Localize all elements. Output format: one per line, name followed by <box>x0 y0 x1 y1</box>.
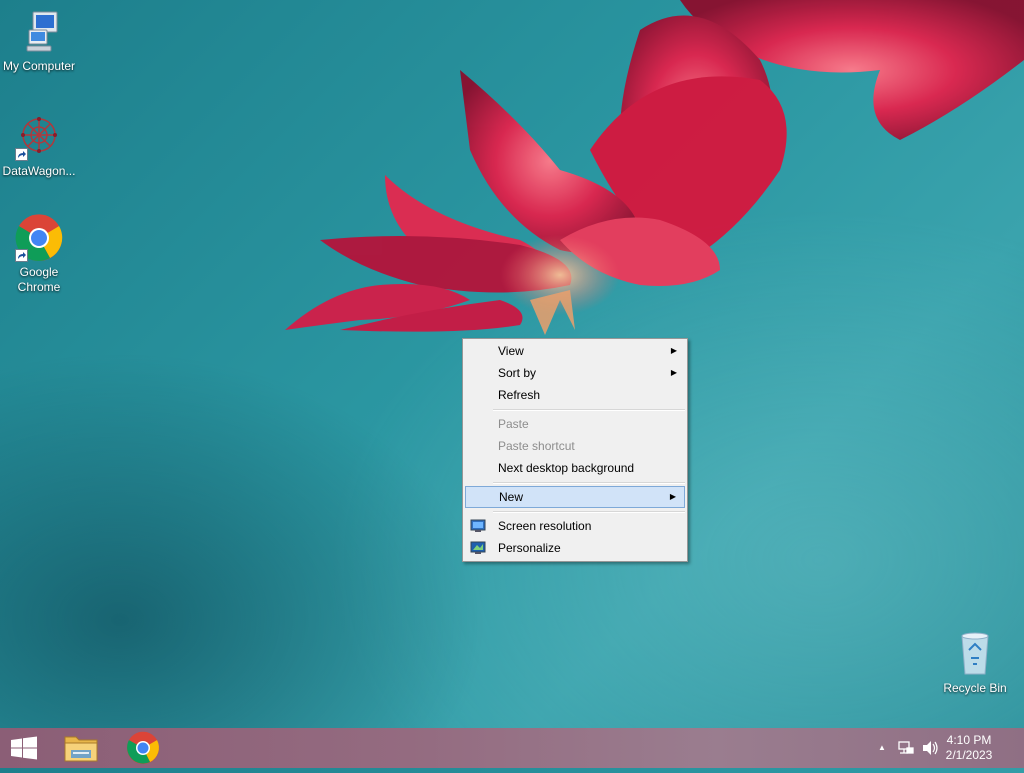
desktop-icon-label: Google Chrome <box>17 265 61 294</box>
shortcut-arrow-icon <box>15 148 28 161</box>
desktop-icon-datawagon[interactable]: DataWagon... <box>0 113 78 179</box>
chrome-icon <box>15 214 63 262</box>
menu-separator <box>493 511 685 513</box>
personalize-icon <box>470 540 486 554</box>
show-hidden-icons-button[interactable]: ▲ <box>876 728 888 768</box>
file-explorer-icon <box>64 736 98 762</box>
shortcut-arrow-icon <box>15 249 28 262</box>
menu-item-label: Personalize <box>498 541 561 555</box>
menu-item-screen-resolution[interactable]: Screen resolution <box>465 515 685 537</box>
menu-item-next-desktop-background[interactable]: Next desktop background <box>465 457 685 479</box>
menu-item-label: View <box>498 344 524 358</box>
taskbar: ▲ 4:10 PM 2/1/2023 <box>0 728 1024 768</box>
menu-separator <box>493 482 685 484</box>
start-button[interactable] <box>0 728 48 768</box>
menu-separator <box>493 409 685 411</box>
desktop-icon-recycle-bin[interactable]: Recycle Bin <box>936 630 1014 696</box>
taskbar-clock[interactable]: 4:10 PM 2/1/2023 <box>934 733 1004 763</box>
menu-item-paste: Paste <box>465 413 685 435</box>
submenu-arrow-icon: ▶ <box>670 346 677 355</box>
clock-time: 4:10 PM <box>946 733 992 747</box>
desktop-icon-label: DataWagon... <box>2 164 76 178</box>
menu-item-new[interactable]: New ▶ <box>465 486 685 508</box>
clock-date: 2/1/2023 <box>945 748 993 762</box>
taskbar-google-chrome[interactable] <box>118 728 168 768</box>
menu-item-label: New <box>499 490 524 504</box>
submenu-arrow-icon: ▶ <box>669 492 676 501</box>
computer-icon <box>15 8 63 56</box>
desktop-icon-my-computer[interactable]: My Computer <box>0 8 78 74</box>
menu-item-label: Sort by <box>498 366 537 380</box>
menu-item-label: Paste <box>498 417 529 431</box>
network-icon[interactable] <box>896 728 916 768</box>
display-icon <box>470 518 486 532</box>
menu-item-view[interactable]: View ▶ <box>465 340 685 362</box>
menu-item-label: Refresh <box>498 388 541 402</box>
datawagon-icon <box>15 113 63 161</box>
desktop-icon-label: Recycle Bin <box>943 681 1007 695</box>
taskbar-file-explorer[interactable] <box>56 728 106 768</box>
menu-item-label: Paste shortcut <box>498 439 575 453</box>
submenu-arrow-icon: ▶ <box>670 368 677 377</box>
recycle-bin-icon <box>951 630 999 678</box>
menu-item-label: Screen resolution <box>498 519 592 533</box>
desktop-icon-label: My Computer <box>2 59 76 73</box>
menu-item-paste-shortcut: Paste shortcut <box>465 435 685 457</box>
menu-item-personalize[interactable]: Personalize <box>465 537 685 559</box>
desktop-icon-google-chrome[interactable]: Google Chrome <box>0 214 78 295</box>
menu-item-sort-by[interactable]: Sort by ▶ <box>465 362 685 384</box>
menu-item-refresh[interactable]: Refresh <box>465 384 685 406</box>
chrome-icon <box>127 731 159 764</box>
windows-logo-icon <box>11 736 37 760</box>
menu-item-label: Next desktop background <box>498 461 635 475</box>
desktop-context-menu: View ▶ Sort by ▶ Refresh Paste Paste sho… <box>462 338 688 562</box>
